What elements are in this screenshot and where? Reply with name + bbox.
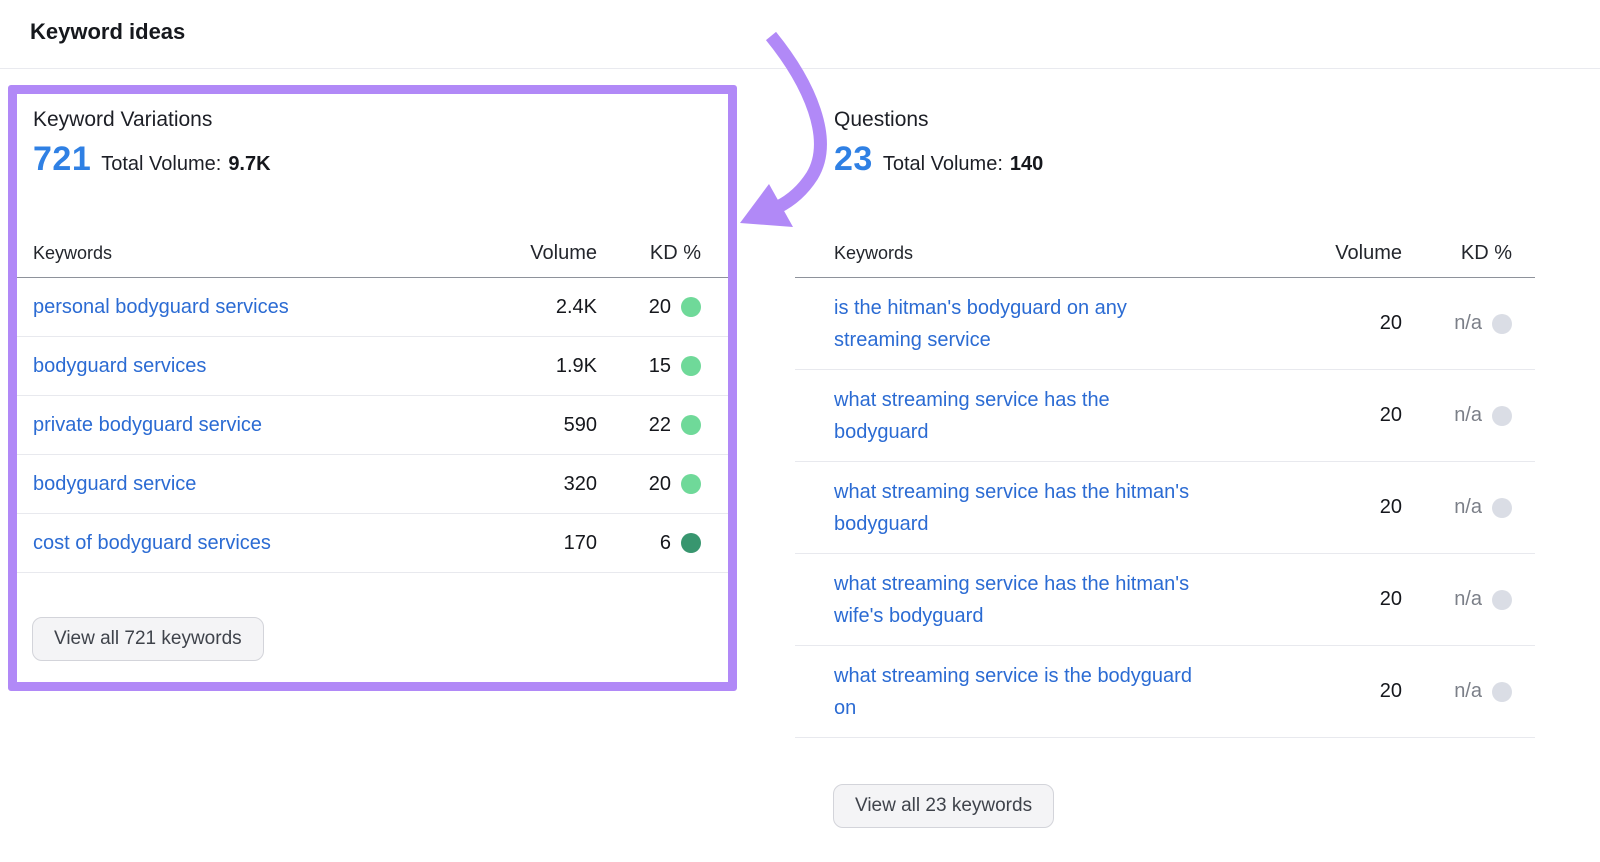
kd-difficulty-dot (1492, 314, 1512, 334)
keyword-count: 721 (33, 140, 91, 179)
keyword-link[interactable]: bodyguard services (33, 350, 487, 382)
column-header-kd: KD % (1402, 242, 1512, 265)
keyword-ideas-page: Keyword ideas Keyword Variations 721 Tot… (0, 0, 1600, 862)
kd-cell: n/a (1402, 496, 1512, 519)
table-row: what streaming service has the hitman'sb… (795, 462, 1535, 554)
keyword-link[interactable]: what streaming service has the hitman'sb… (834, 476, 1292, 540)
kd-value: 20 (649, 296, 671, 319)
annotation-highlight-box: Keyword Variations 721 Total Volume: 9.7… (8, 85, 737, 691)
kd-difficulty-dot (1492, 682, 1512, 702)
kd-value: 15 (649, 355, 671, 378)
volume-value: 20 (1292, 680, 1402, 703)
kd-value: n/a (1454, 680, 1482, 703)
column-header-kd: KD % (597, 242, 701, 265)
kd-cell: 20 (597, 473, 701, 496)
kd-value: 20 (649, 473, 671, 496)
volume-value: 1.9K (487, 355, 597, 378)
keyword-text-line: what streaming service has the (834, 384, 1292, 416)
keyword-link[interactable]: what streaming service has the hitman'sw… (834, 568, 1292, 632)
kd-difficulty-dot (1492, 590, 1512, 610)
keyword-text-line: wife's bodyguard (834, 600, 1292, 632)
table-row: what streaming service has the hitman'sw… (795, 554, 1535, 646)
table-row: bodyguard service 320 20 (17, 455, 728, 514)
keyword-link[interactable]: what streaming service is the bodyguardo… (834, 660, 1292, 724)
kd-cell: n/a (1402, 588, 1512, 611)
keyword-text-line: what streaming service has the hitman's (834, 568, 1292, 600)
kd-difficulty-dot (681, 474, 701, 494)
kd-difficulty-dot (681, 356, 701, 376)
total-volume-value: 140 (1010, 153, 1043, 176)
table-row: what streaming service is the bodyguardo… (795, 646, 1535, 738)
section-title: Questions (834, 108, 929, 132)
kd-value: 22 (649, 414, 671, 437)
total-volume-value: 9.7K (228, 153, 270, 176)
kd-value: 6 (660, 532, 671, 555)
column-header-volume: Volume (487, 242, 597, 265)
kd-difficulty-dot (681, 415, 701, 435)
table-row: is the hitman's bodyguard on anystreamin… (795, 278, 1535, 370)
kd-cell: 22 (597, 414, 701, 437)
kd-difficulty-dot (681, 297, 701, 317)
keyword-link[interactable]: personal bodyguard services (33, 291, 487, 323)
keyword-link[interactable]: cost of bodyguard services (33, 527, 487, 559)
keyword-count: 23 (834, 140, 873, 179)
kd-cell: n/a (1402, 404, 1512, 427)
volume-value: 20 (1292, 404, 1402, 427)
keyword-link[interactable]: bodyguard service (33, 468, 487, 500)
table-row: personal bodyguard services 2.4K 20 (17, 278, 728, 337)
keyword-link[interactable]: private bodyguard service (33, 409, 487, 441)
view-all-keywords-button[interactable]: View all 721 keywords (32, 617, 264, 661)
kd-difficulty-dot (681, 533, 701, 553)
keyword-text-line: what streaming service has the hitman's (834, 476, 1292, 508)
keyword-link[interactable]: is the hitman's bodyguard on anystreamin… (834, 292, 1292, 356)
volume-value: 20 (1292, 588, 1402, 611)
table-row: private bodyguard service 590 22 (17, 396, 728, 455)
keyword-link[interactable]: what streaming service has thebodyguard (834, 384, 1292, 448)
questions-panel: Questions 23 Total Volume: 140 Keywords … (795, 85, 1535, 845)
view-all-keywords-button[interactable]: View all 23 keywords (833, 784, 1054, 828)
page-title: Keyword ideas (30, 19, 185, 45)
table-header-row: Keywords Volume KD % (17, 230, 728, 278)
volume-value: 320 (487, 473, 597, 496)
kd-cell: n/a (1402, 312, 1512, 335)
kd-cell: 15 (597, 355, 701, 378)
volume-value: 2.4K (487, 296, 597, 319)
keyword-variations-table: Keywords Volume KD % personal bodyguard … (17, 230, 728, 573)
kd-value: n/a (1454, 496, 1482, 519)
kd-value: n/a (1454, 404, 1482, 427)
kd-cell: 6 (597, 532, 701, 555)
section-stats: 721 Total Volume: 9.7K (33, 140, 271, 179)
kd-cell: 20 (597, 296, 701, 319)
column-header-volume: Volume (1292, 242, 1402, 265)
volume-value: 170 (487, 532, 597, 555)
total-volume-label: Total Volume: (883, 153, 1003, 176)
kd-difficulty-dot (1492, 406, 1512, 426)
column-header-keywords: Keywords (834, 243, 1292, 264)
volume-value: 20 (1292, 312, 1402, 335)
section-stats: 23 Total Volume: 140 (834, 140, 1043, 179)
kd-cell: n/a (1402, 680, 1512, 703)
keyword-text-line: bodyguard (834, 508, 1292, 540)
keyword-text-line: what streaming service is the bodyguard (834, 660, 1292, 692)
column-header-keywords: Keywords (33, 243, 487, 264)
keyword-variations-panel: Keyword Variations 721 Total Volume: 9.7… (17, 94, 728, 682)
table-header-row: Keywords Volume KD % (795, 230, 1535, 278)
kd-value: n/a (1454, 588, 1482, 611)
table-row: bodyguard services 1.9K 15 (17, 337, 728, 396)
volume-value: 590 (487, 414, 597, 437)
table-row: cost of bodyguard services 170 6 (17, 514, 728, 573)
questions-table: Keywords Volume KD % is the hitman's bod… (795, 230, 1535, 738)
section-title: Keyword Variations (33, 108, 212, 132)
table-row: what streaming service has thebodyguard … (795, 370, 1535, 462)
kd-value: n/a (1454, 312, 1482, 335)
total-volume-label: Total Volume: (101, 153, 221, 176)
keyword-text-line: is the hitman's bodyguard on any (834, 292, 1292, 324)
kd-difficulty-dot (1492, 498, 1512, 518)
volume-value: 20 (1292, 496, 1402, 519)
keyword-text-line: bodyguard (834, 416, 1292, 448)
keyword-text-line: streaming service (834, 324, 1292, 356)
page-header: Keyword ideas (0, 0, 1600, 69)
keyword-text-line: on (834, 692, 1292, 724)
